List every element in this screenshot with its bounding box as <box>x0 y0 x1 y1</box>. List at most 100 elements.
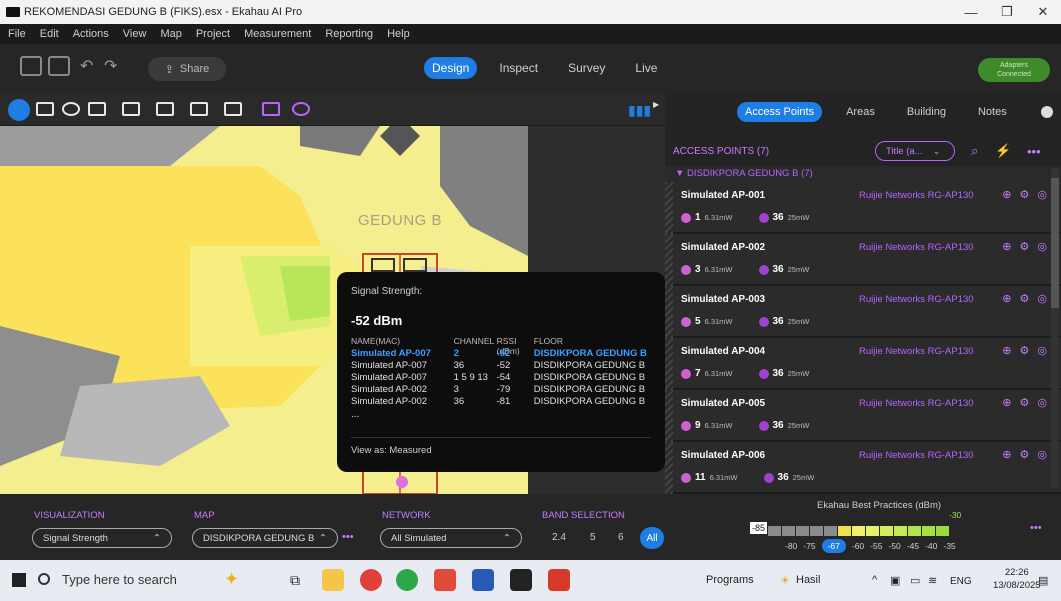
menu-actions[interactable]: Actions <box>73 28 109 40</box>
legend-threshold-selector[interactable]: -67 <box>821 539 846 553</box>
taskbar-search[interactable]: Type here to search <box>62 572 177 587</box>
restore-icon[interactable]: ❐ <box>989 0 1025 24</box>
target-icon[interactable]: ◎ <box>1037 344 1047 357</box>
list-item[interactable]: Simulated AP-002 Ruijie Networks RG-AP13… <box>665 234 1061 286</box>
tab-access-points[interactable]: Access Points <box>737 102 823 122</box>
settings-icon[interactable]: ⚙ <box>1020 292 1030 305</box>
list-item[interactable]: Simulated AP-006 Ruijie Networks RG-AP13… <box>665 442 1061 494</box>
tab-live[interactable]: Live <box>627 57 665 79</box>
band-all-toggle[interactable]: All <box>640 527 664 549</box>
visualization-dropdown[interactable]: Signal Strength ⌃ <box>32 528 172 548</box>
whatsapp-icon[interactable] <box>396 569 418 591</box>
chrome-icon[interactable] <box>360 569 382 591</box>
tab-design[interactable]: Design <box>424 57 478 79</box>
map-dropdown[interactable]: DISDIKPORA GEDUNG B ⌃ <box>192 528 338 548</box>
drag-handle[interactable] <box>665 390 673 442</box>
floor-tool-icon[interactable] <box>190 102 208 116</box>
browser-icon[interactable] <box>434 569 456 591</box>
tab-areas[interactable]: Areas <box>838 102 883 122</box>
menu-file[interactable]: File <box>8 28 26 40</box>
minimize-icon[interactable]: — <box>953 0 989 24</box>
floor-group-row[interactable]: ▼ DISDIKPORA GEDUNG B (7) <box>665 166 1061 182</box>
capacity-area-icon[interactable] <box>262 102 280 116</box>
locate-icon[interactable]: ⊕ <box>1002 240 1011 253</box>
target-icon[interactable]: ◎ <box>1037 188 1047 201</box>
word-icon[interactable] <box>472 569 494 591</box>
file-explorer-icon[interactable] <box>322 569 344 591</box>
target-icon[interactable]: ◎ <box>1037 240 1047 253</box>
sparkle-icon[interactable]: ✦ <box>224 569 239 590</box>
tooltip-view-as[interactable]: View as: Measured <box>351 445 432 456</box>
redo-icon[interactable]: ↷ <box>104 56 117 76</box>
locate-icon[interactable]: ⊕ <box>1002 448 1011 461</box>
language-indicator[interactable]: ENG <box>950 576 972 587</box>
wifi-icon[interactable]: ≋ <box>928 574 937 587</box>
drag-handle[interactable] <box>665 442 673 494</box>
auto-plan-icon[interactable]: ⚡ <box>995 143 1011 159</box>
share-button[interactable]: ⇪ Share <box>148 57 226 81</box>
more-options-icon[interactable]: ••• <box>1027 144 1041 159</box>
locate-icon[interactable]: ⊕ <box>1002 292 1011 305</box>
select-tool-icon[interactable] <box>8 99 30 121</box>
scrollbar-thumb[interactable] <box>1051 178 1059 308</box>
tab-inspect[interactable]: Inspect <box>491 57 546 79</box>
map-more-icon[interactable]: ••• <box>342 531 354 543</box>
list-item[interactable]: Simulated AP-003 Ruijie Networks RG-AP13… <box>665 286 1061 338</box>
programs-toolbar[interactable]: Programs <box>706 574 754 586</box>
search-icon[interactable]: ⌕ <box>971 143 978 159</box>
open-folder-icon[interactable] <box>20 56 42 76</box>
settings-icon[interactable]: ⚙ <box>1020 396 1030 409</box>
network-tray-icon[interactable]: ▣ <box>890 574 900 587</box>
drag-handle[interactable] <box>665 338 673 390</box>
chart-icon[interactable]: ▮▮▮ <box>628 102 651 119</box>
band-24-toggle[interactable]: 2.4 <box>552 532 566 543</box>
hasil-icon[interactable]: ☀ <box>780 574 790 587</box>
locate-icon[interactable]: ⊕ <box>1002 344 1011 357</box>
panel-toggle-icon[interactable]: ▶ <box>653 100 659 109</box>
note-tool-icon[interactable] <box>224 102 242 116</box>
panel-scrollbar[interactable] <box>1051 168 1059 488</box>
menu-view[interactable]: View <box>123 28 147 40</box>
menu-help[interactable]: Help <box>387 28 410 40</box>
network-dropdown[interactable]: All Simulated ⌃ <box>380 528 522 548</box>
drag-handle[interactable] <box>665 286 673 338</box>
settings-icon[interactable]: ⚙ <box>1020 344 1030 357</box>
hasil-label[interactable]: Hasil <box>796 574 820 586</box>
system-clock[interactable]: 22:26 13/08/2025 <box>993 566 1041 592</box>
list-item[interactable]: Simulated AP-001 Ruijie Networks RG-AP13… <box>665 182 1061 234</box>
settings-icon[interactable]: ⚙ <box>1020 240 1030 253</box>
tray-chevron-icon[interactable]: ^ <box>872 574 877 586</box>
list-item[interactable]: Simulated AP-004 Ruijie Networks RG-AP13… <box>665 338 1061 390</box>
settings-icon[interactable]: ⚙ <box>1020 188 1030 201</box>
menu-measurement[interactable]: Measurement <box>244 28 311 40</box>
sort-dropdown[interactable]: Title (a... ⌄ <box>875 141 955 161</box>
target-icon[interactable]: ◎ <box>1037 448 1047 461</box>
wall-tool-icon[interactable] <box>88 102 106 116</box>
drag-handle[interactable] <box>665 182 673 234</box>
legend-more-icon[interactable]: ••• <box>1030 522 1042 534</box>
tab-building[interactable]: Building <box>899 102 954 122</box>
target-icon[interactable]: ◎ <box>1037 396 1047 409</box>
close-icon[interactable]: ✕ <box>1025 0 1061 24</box>
ekahau-taskbar-icon[interactable] <box>510 569 532 591</box>
tab-survey[interactable]: Survey <box>560 57 613 79</box>
adapters-status-badge[interactable]: Adapters Connected <box>978 58 1050 82</box>
drag-handle[interactable] <box>665 234 673 286</box>
menu-project[interactable]: Project <box>196 28 230 40</box>
measure-tool-icon[interactable] <box>36 102 54 116</box>
windows-start-icon[interactable] <box>12 573 26 587</box>
menu-map[interactable]: Map <box>160 28 181 40</box>
notification-icon[interactable]: ▤ <box>1038 574 1048 587</box>
menu-edit[interactable]: Edit <box>40 28 59 40</box>
tab-notes[interactable]: Notes <box>970 102 1015 122</box>
app-icon[interactable] <box>548 569 570 591</box>
settings-icon[interactable]: ⚙ <box>1020 448 1030 461</box>
band-5-toggle[interactable]: 5 <box>590 532 596 543</box>
locate-icon[interactable]: ⊕ <box>1002 396 1011 409</box>
list-item[interactable]: Simulated AP-005 Ruijie Networks RG-AP13… <box>665 390 1061 442</box>
menu-reporting[interactable]: Reporting <box>325 28 373 40</box>
access-point-marker[interactable] <box>396 476 408 488</box>
exclusion-area-icon[interactable] <box>292 102 310 116</box>
collapse-panel-icon[interactable] <box>1041 106 1053 118</box>
battery-icon[interactable]: ▭ <box>910 574 920 587</box>
